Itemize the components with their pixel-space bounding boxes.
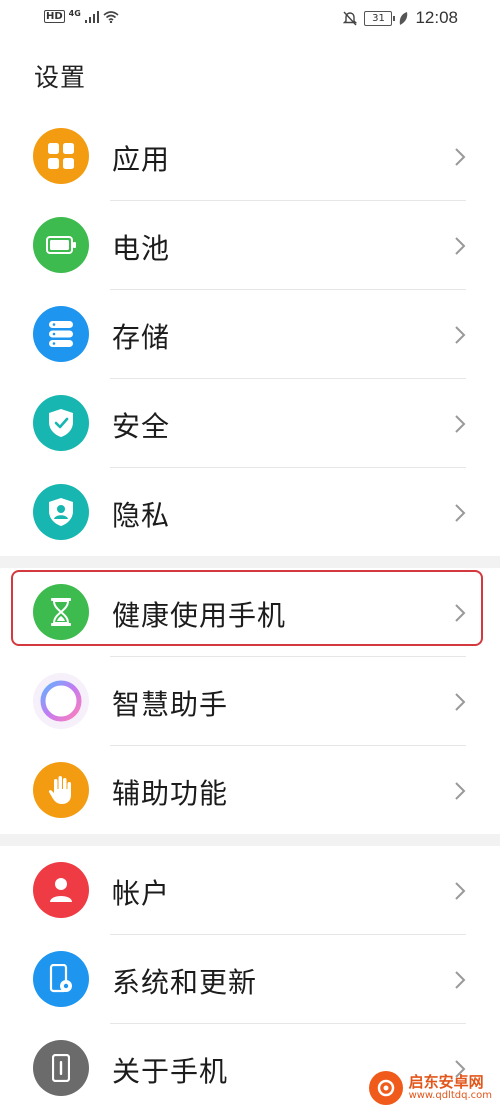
settings-item-apps[interactable]: 应用	[0, 112, 500, 201]
settings-item-label: 关于手机	[112, 1055, 229, 1088]
settings-item-label: 安全	[112, 410, 171, 443]
watermark-logo-icon	[368, 1071, 403, 1105]
account-icon	[33, 862, 89, 918]
settings-item-system-update[interactable]: 系统和更新	[0, 935, 500, 1024]
section-divider	[0, 834, 500, 846]
settings-item-label: 电池	[112, 232, 171, 265]
settings-item-label: 存储	[112, 321, 171, 354]
leaf-icon	[400, 11, 408, 25]
status-left: HD 4G	[44, 9, 119, 24]
highlight-box	[11, 570, 483, 646]
page-title: 设置	[34, 63, 87, 92]
settings-item-label: 系统和更新	[112, 966, 258, 999]
chevron-right-icon	[455, 237, 466, 255]
chevron-right-icon	[455, 971, 466, 989]
watermark-url: www.qdltdq.com	[408, 1089, 492, 1101]
assistant-ring-icon	[33, 673, 89, 729]
chevron-right-icon	[455, 326, 466, 344]
wifi-icon	[103, 10, 119, 23]
settings-item-battery[interactable]: 电池	[0, 201, 500, 290]
section-divider	[0, 556, 500, 568]
status-right: 31 12:08	[343, 8, 458, 28]
about-phone-icon	[33, 1040, 89, 1096]
settings-item-label: 辅助功能	[112, 777, 229, 810]
battery-indicator: 31	[364, 10, 396, 26]
settings-item-label: 应用	[112, 143, 171, 176]
chevron-right-icon	[455, 504, 466, 522]
chevron-right-icon	[455, 415, 466, 433]
mute-bell-icon	[343, 11, 358, 25]
system-update-icon	[33, 951, 89, 1007]
settings-item-label: 帐户	[112, 877, 171, 910]
settings-item-assistant[interactable]: 智慧助手	[0, 657, 500, 746]
battery-icon	[33, 217, 89, 273]
settings-item-label: 隐私	[112, 499, 171, 532]
settings-item-label: 智慧助手	[112, 688, 229, 721]
chevron-right-icon	[455, 693, 466, 711]
hand-icon	[33, 762, 89, 818]
storage-icon	[33, 306, 89, 362]
settings-item-accessibility[interactable]: 辅助功能	[0, 746, 500, 835]
settings-item-storage[interactable]: 存储	[0, 290, 500, 379]
settings-item-account[interactable]: 帐户	[0, 846, 500, 935]
network-type: 4G	[68, 9, 81, 18]
chevron-right-icon	[455, 148, 466, 166]
chevron-right-icon	[455, 882, 466, 900]
watermark-text: 启东安卓网 www.qdltdq.com	[408, 1072, 492, 1101]
status-bar: HD 4G 31 12:08	[0, 0, 500, 36]
shield-check-icon	[33, 395, 89, 451]
apps-grid-icon	[33, 128, 89, 184]
signal-icon	[84, 10, 99, 23]
settings-item-privacy[interactable]: 隐私	[0, 468, 500, 557]
clock: 12:08	[415, 8, 458, 27]
watermark-name: 启东安卓网	[408, 1072, 484, 1091]
hd-badge: HD	[44, 10, 65, 23]
chevron-right-icon	[455, 782, 466, 800]
settings-item-security[interactable]: 安全	[0, 379, 500, 468]
privacy-shield-icon	[33, 484, 89, 540]
watermark: 启东安卓网 www.qdltdq.com	[368, 1071, 492, 1105]
